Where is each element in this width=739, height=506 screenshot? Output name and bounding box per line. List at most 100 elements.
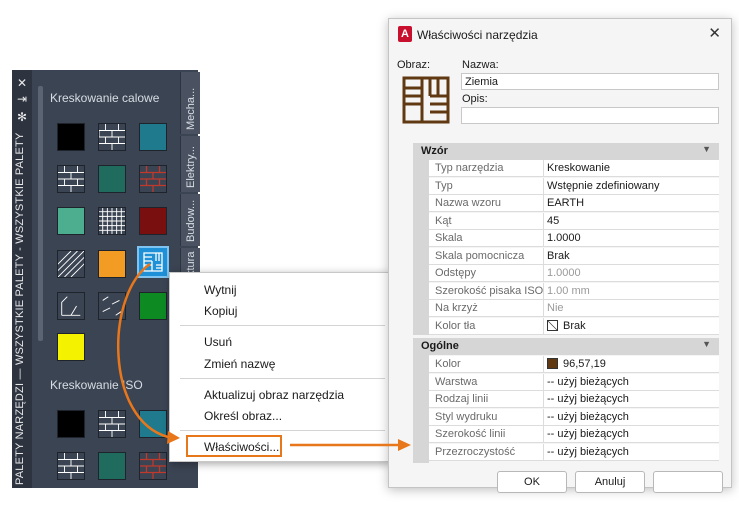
- palette-title-strip[interactable]: ✕ ⇥ ✻ PALETY NARZĘDZI — WSZYSTKIE PALETY…: [12, 70, 32, 488]
- gear-icon[interactable]: ✻: [12, 110, 32, 124]
- tool-image-preview[interactable]: [401, 75, 451, 125]
- iso-swatch-brick-red[interactable]: [139, 452, 167, 480]
- property-value[interactable]: 1.0000: [547, 267, 581, 279]
- hatch-swatch-solid-maroon[interactable]: [139, 207, 167, 235]
- column-divider: [543, 317, 544, 335]
- hatch-swatch-solid-yellow[interactable]: [57, 333, 85, 361]
- iso-swatch-brick-white[interactable]: [98, 410, 126, 438]
- property-row[interactable]: Szerokość pisaka ISO 1.00 mm: [429, 282, 719, 300]
- column-divider: [543, 195, 544, 212]
- dialog-title: Właściwości narzędzia: [417, 28, 538, 42]
- group-general[interactable]: Ogólne ▼: [413, 338, 719, 355]
- menu-item-cut[interactable]: Wytnij: [204, 283, 237, 297]
- property-row[interactable]: Odstępy 1.0000: [429, 265, 719, 282]
- help-button[interactable]: [653, 471, 723, 493]
- property-value[interactable]: Brak: [547, 250, 570, 262]
- property-value[interactable]: 96,57,19: [547, 358, 606, 370]
- close-icon[interactable]: ✕: [12, 76, 32, 90]
- hatch-swatch-solid-green[interactable]: [98, 165, 126, 193]
- autohide-icon[interactable]: ⇥: [12, 92, 32, 106]
- iso-swatch-solid-teal[interactable]: [139, 410, 167, 438]
- property-value-text: -- użyj bieżących: [547, 393, 629, 405]
- property-row[interactable]: Kolor 96,57,19: [429, 356, 719, 373]
- property-value[interactable]: Brak: [547, 319, 586, 332]
- iso-swatch-solid-green[interactable]: [98, 452, 126, 480]
- hatch-swatch-brick-red[interactable]: [139, 165, 167, 193]
- chevron-down-icon: ▼: [702, 339, 711, 349]
- property-value[interactable]: Wstępnie zdefiniowany: [547, 180, 660, 192]
- hatch-swatch-dashed[interactable]: [98, 292, 126, 320]
- property-key: Nazwa wzoru: [435, 197, 502, 209]
- property-row[interactable]: Styl wydruku -- użyj bieżących: [429, 408, 719, 426]
- description-field[interactable]: [461, 107, 719, 124]
- iso-swatch-brick-white-2[interactable]: [57, 452, 85, 480]
- property-value[interactable]: 1.00 mm: [547, 285, 590, 297]
- menu-item-copy[interactable]: Kopiuj: [204, 304, 237, 318]
- context-menu: Wytnij Kopiuj Usuń Zmień nazwę Aktualizu…: [169, 272, 389, 462]
- menu-item-delete[interactable]: Usuń: [204, 335, 232, 349]
- iso-swatch-solid-black[interactable]: [57, 410, 85, 438]
- palette-scrollbar[interactable]: [38, 86, 43, 341]
- property-value[interactable]: 1.0000: [547, 232, 581, 244]
- property-row[interactable]: Kolor tła Brak: [429, 317, 719, 335]
- property-row[interactable]: Rodzaj linii -- użyj bieżących: [429, 391, 719, 408]
- hatch-swatch-brick-white-2[interactable]: [57, 165, 85, 193]
- property-value[interactable]: -- użyj bieżących: [547, 393, 629, 405]
- hatch-swatch-brick-white[interactable]: [98, 123, 126, 151]
- property-row[interactable]: Skala pomocnicza Brak: [429, 247, 719, 265]
- autocad-logo-icon: A: [398, 26, 412, 42]
- property-row[interactable]: Nazwa wzoru EARTH: [429, 195, 719, 212]
- tab-mechanika[interactable]: Mecha...: [180, 72, 200, 134]
- property-value[interactable]: -- użyj bieżących: [547, 376, 629, 388]
- property-row[interactable]: Kąt 45: [429, 212, 719, 230]
- name-field[interactable]: Ziemia: [461, 73, 719, 90]
- property-row[interactable]: Warstwa -- użyj bieżących: [429, 373, 719, 391]
- property-row[interactable]: Przezroczystość -- użyj bieżących: [429, 443, 719, 461]
- property-row[interactable]: Szerokość linii -- użyj bieżących: [429, 426, 719, 443]
- property-value-text: 96,57,19: [563, 358, 606, 370]
- property-row[interactable]: Na krzyż Nie: [429, 300, 719, 317]
- property-value[interactable]: -- użyj bieżących: [547, 411, 629, 423]
- property-value[interactable]: Nie: [547, 302, 564, 314]
- property-value-text: 1.00 mm: [547, 284, 590, 297]
- property-value-text: Nie: [547, 302, 564, 314]
- hatch-swatch-solid-teal[interactable]: [139, 123, 167, 151]
- hatch-swatch-solid-black[interactable]: [57, 123, 85, 151]
- menu-item-rename[interactable]: Zmień nazwę: [204, 357, 275, 371]
- chevron-down-icon: ▼: [702, 144, 711, 154]
- column-divider: [543, 177, 544, 195]
- cancel-button[interactable]: Anuluj: [575, 471, 645, 493]
- hatch-swatch-grid-white[interactable]: [98, 207, 126, 235]
- menu-separator: [180, 378, 385, 379]
- property-value[interactable]: -- użyj bieżących: [547, 446, 629, 458]
- hatch-swatch-earth-selected[interactable]: [137, 246, 169, 278]
- ok-button[interactable]: OK: [497, 471, 567, 493]
- property-row[interactable]: Skala 1.0000: [429, 230, 719, 247]
- hatch-swatch-solid-dark-green[interactable]: [139, 292, 167, 320]
- hatch-swatch-solid-orange[interactable]: [98, 250, 126, 278]
- column-divider: [543, 408, 544, 426]
- property-row[interactable]: Typ narzędzia Kreskowanie: [429, 160, 719, 177]
- close-icon[interactable]: ✕: [708, 24, 721, 42]
- tab-budownictwo[interactable]: Budow...: [180, 194, 200, 246]
- property-row[interactable]: Typ Wstępnie zdefiniowany: [429, 177, 719, 195]
- property-key: Warstwa: [435, 375, 478, 388]
- property-key: Rodzaj linii: [435, 393, 489, 405]
- group-pattern[interactable]: Wzór ▼: [413, 143, 719, 160]
- description-label: Opis:: [462, 93, 488, 105]
- menu-item-properties[interactable]: Właściwości...: [204, 440, 279, 454]
- property-value-text: Kreskowanie: [547, 162, 610, 174]
- menu-item-specify-image[interactable]: Określ obraz...: [204, 409, 282, 423]
- hatch-swatch-line-pattern[interactable]: [57, 292, 85, 320]
- property-value[interactable]: 45: [547, 215, 559, 227]
- hatch-swatch-diagonal[interactable]: [57, 250, 85, 278]
- property-value[interactable]: Kreskowanie: [547, 162, 610, 174]
- property-value[interactable]: EARTH: [547, 197, 584, 209]
- menu-item-update-image[interactable]: Aktualizuj obraz narzędzia: [204, 388, 344, 402]
- property-key: Styl wydruku: [435, 410, 498, 423]
- tab-elektryka[interactable]: Elektry...: [180, 136, 200, 192]
- tab-label: Budow...: [185, 199, 197, 242]
- menu-separator: [180, 325, 385, 326]
- property-value[interactable]: -- użyj bieżących: [547, 428, 629, 440]
- hatch-swatch-solid-mint[interactable]: [57, 207, 85, 235]
